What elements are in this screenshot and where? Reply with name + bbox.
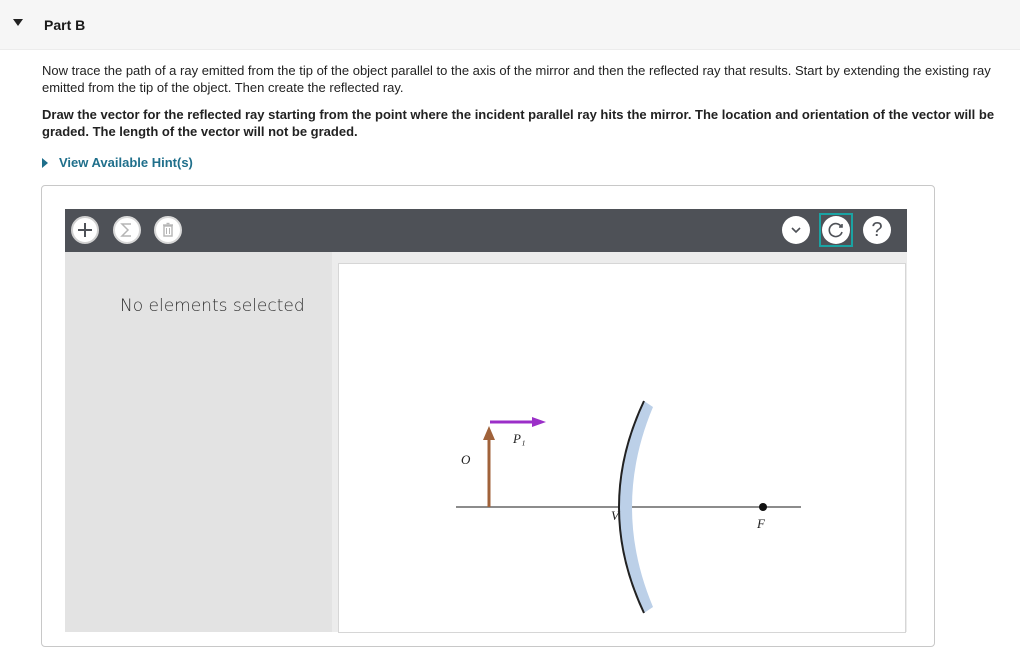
instruction-text: Now trace the path of a ray emitted from… xyxy=(42,63,991,95)
vector-sum-button[interactable] xyxy=(113,216,141,244)
options-dropdown-button[interactable] xyxy=(782,216,810,244)
drawing-toolbar: ? xyxy=(65,209,907,252)
reset-icon xyxy=(828,222,843,238)
sigma-icon xyxy=(120,223,131,237)
view-hints-link[interactable]: View Available Hint(s) xyxy=(42,155,193,170)
plus-icon xyxy=(78,223,92,237)
vertex-label: V xyxy=(611,508,619,523)
mirror-diagram xyxy=(456,400,801,614)
reset-button[interactable] xyxy=(819,213,853,247)
properties-sidebar: No elements selected xyxy=(65,252,332,632)
drawing-canvas[interactable]: O P₁ V F xyxy=(338,263,906,633)
view-hints-label: View Available Hint(s) xyxy=(59,155,193,170)
focus-label: F xyxy=(757,516,765,531)
part-title: Part B xyxy=(44,17,86,33)
trash-icon xyxy=(163,222,173,237)
object-label: O xyxy=(461,452,471,467)
ray-vector-head[interactable] xyxy=(532,417,546,427)
chevron-down-icon xyxy=(791,227,801,234)
object-arrow-head xyxy=(483,426,495,440)
question-icon: ? xyxy=(871,219,883,241)
help-button[interactable]: ? xyxy=(863,216,891,244)
ray-label: P₁ xyxy=(513,431,526,446)
selection-status: No elements selected xyxy=(120,296,305,316)
add-vector-button[interactable] xyxy=(71,216,99,244)
caret-right-icon xyxy=(42,157,48,168)
focal-point[interactable] xyxy=(759,503,767,511)
delete-button[interactable] xyxy=(154,216,182,244)
part-header: Part B xyxy=(0,0,1020,50)
collapse-part-caret-icon[interactable] xyxy=(13,19,23,26)
instruction-bold-text: Draw the vector for the reflected ray st… xyxy=(42,107,995,139)
